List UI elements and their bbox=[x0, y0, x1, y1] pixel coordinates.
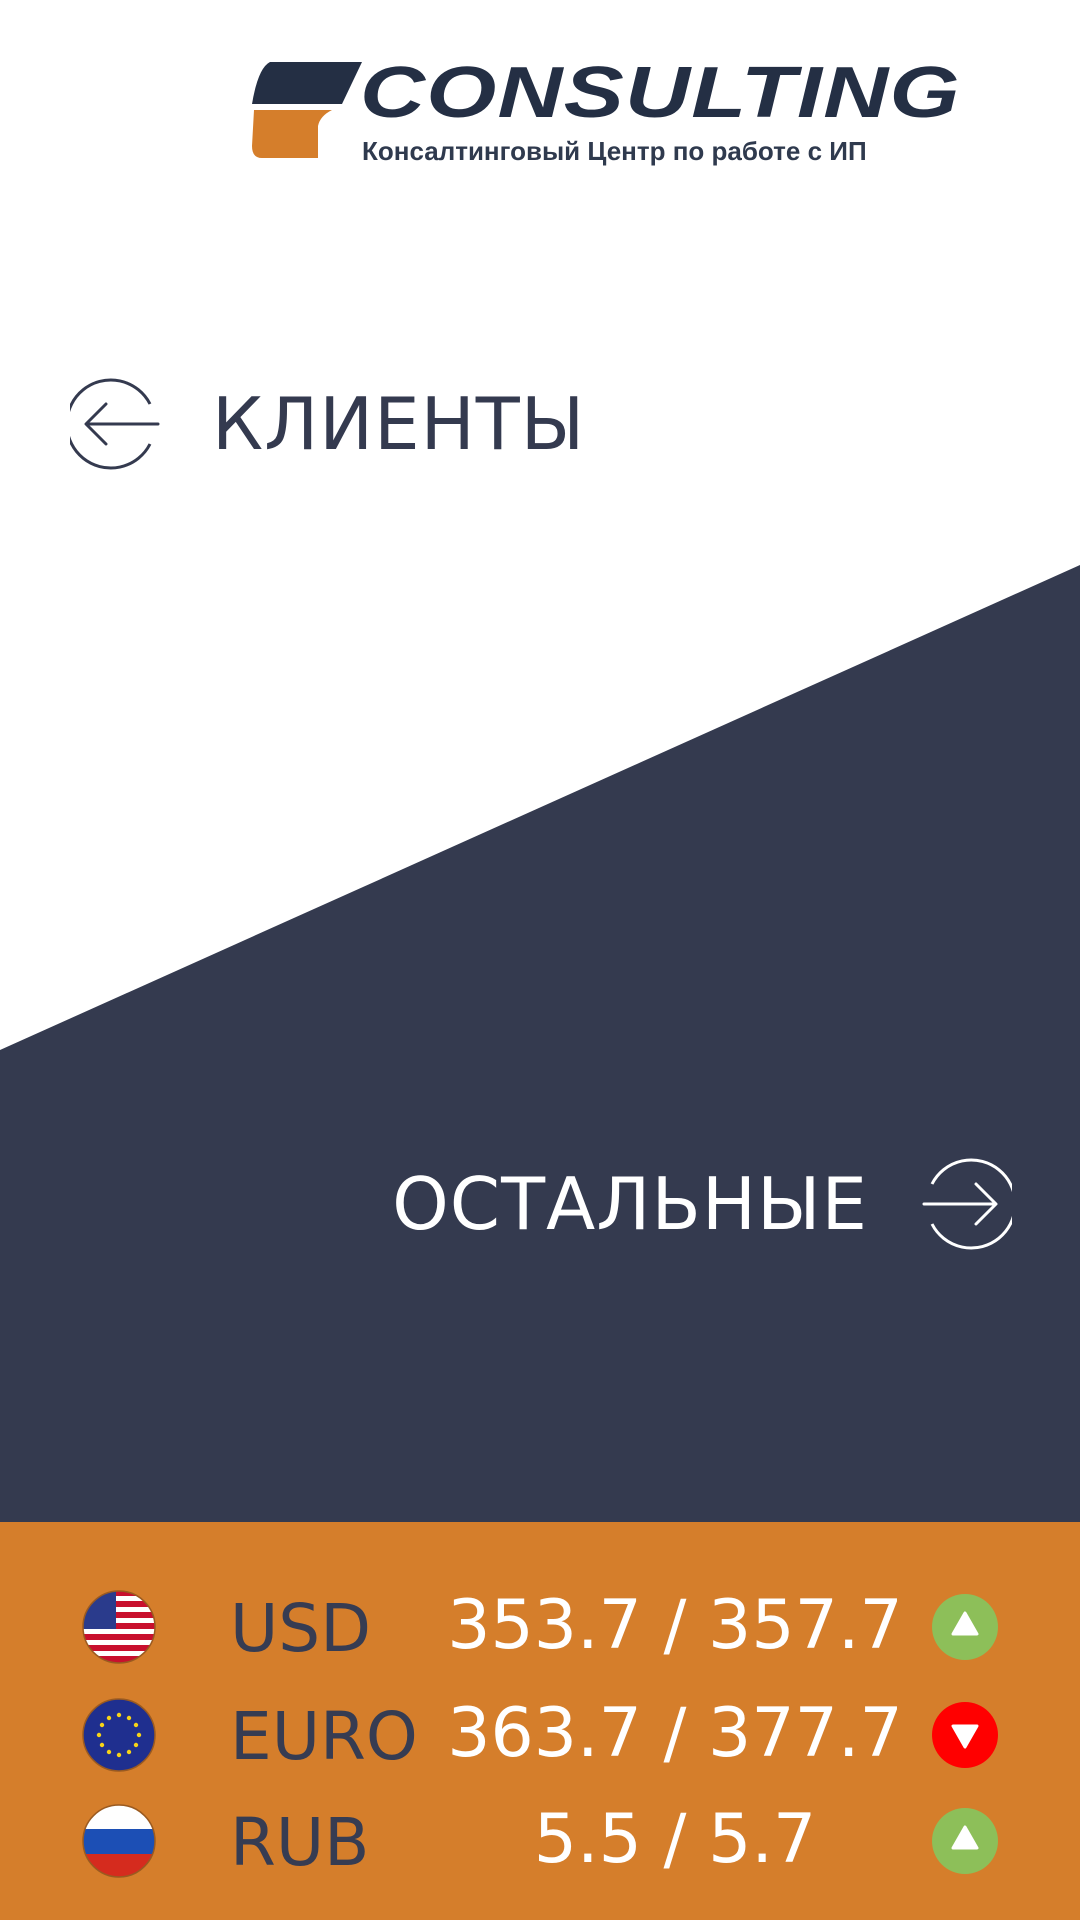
logo-subtitle: Консалтинговый Центр по работе с ИП bbox=[362, 136, 867, 166]
rate-row-usd: USD 353.7 / 357.7 bbox=[0, 1578, 1080, 1678]
rate-value: 363.7 / 377.7 bbox=[447, 1694, 903, 1773]
exchange-rates-panel: USD 353.7 / 357.7 EURO 363.7 / 377.7 RUB… bbox=[0, 1522, 1080, 1920]
trend-up-icon bbox=[932, 1594, 998, 1660]
rate-row-euro: EURO 363.7 / 377.7 bbox=[0, 1686, 1080, 1786]
clients-button[interactable]: КЛИЕНТЫ bbox=[70, 378, 585, 470]
currency-label: EURO bbox=[230, 1698, 418, 1775]
logo-mark-icon bbox=[252, 62, 362, 158]
eu-flag-icon bbox=[82, 1698, 156, 1772]
others-button[interactable]: ОСТАЛЬНЫЕ bbox=[392, 1158, 1012, 1250]
others-label: ОСТАЛЬНЫЕ bbox=[392, 1162, 868, 1246]
currency-label: USD bbox=[230, 1590, 372, 1667]
clients-label: КЛИЕНТЫ bbox=[212, 382, 586, 466]
company-logo: CONSULTING Консалтинговый Центр по работ… bbox=[250, 53, 960, 168]
rate-value: 5.5 / 5.7 bbox=[533, 1800, 817, 1879]
trend-up-icon bbox=[932, 1808, 998, 1874]
arrow-right-circle-icon bbox=[922, 1158, 1012, 1250]
trend-down-icon bbox=[932, 1702, 998, 1768]
arrow-left-circle-icon bbox=[70, 378, 160, 470]
navy-diagonal-panel bbox=[0, 565, 1080, 1525]
logo-title: CONSULTING bbox=[360, 53, 961, 133]
ru-flag-icon bbox=[82, 1804, 156, 1878]
us-flag-icon bbox=[82, 1590, 156, 1664]
rate-value: 353.7 / 357.7 bbox=[447, 1586, 903, 1665]
rate-row-rub: RUB 5.5 / 5.7 bbox=[0, 1792, 1080, 1892]
currency-label: RUB bbox=[230, 1804, 370, 1881]
